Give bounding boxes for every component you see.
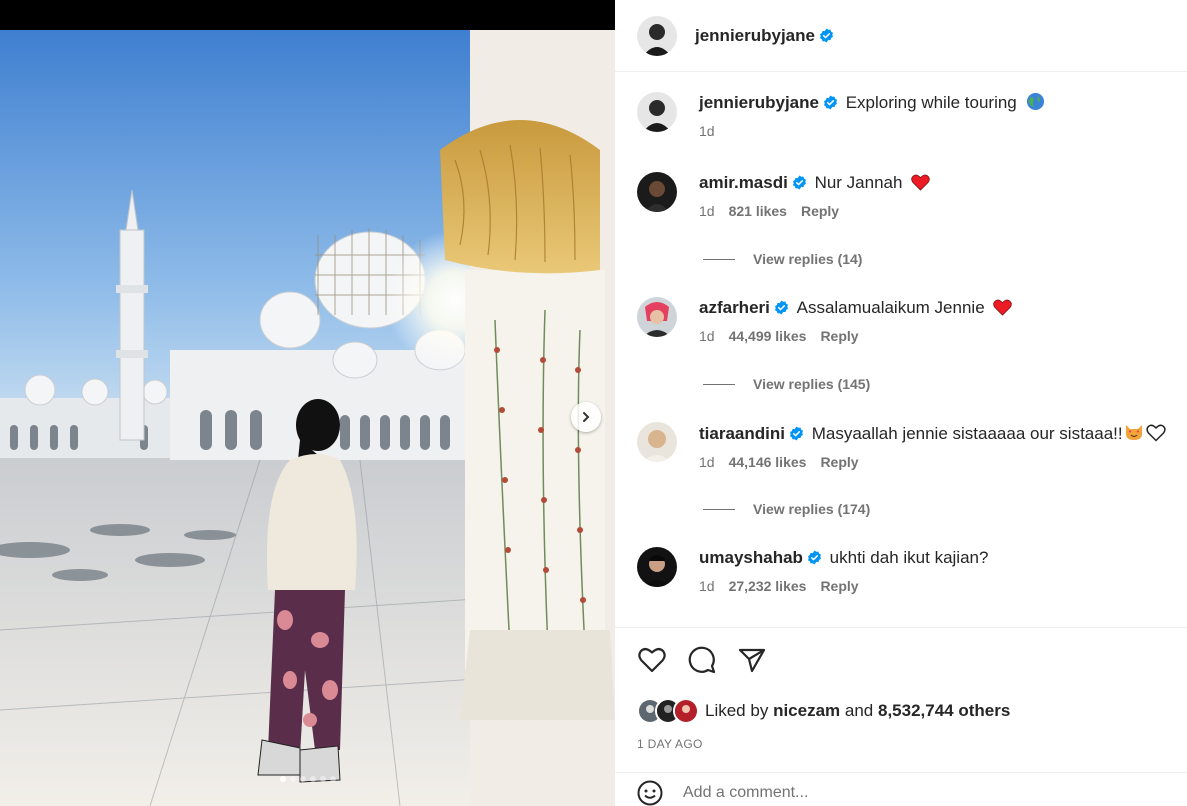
post-header: jennierubyjane xyxy=(615,0,1187,72)
liker-avatar[interactable] xyxy=(673,698,699,724)
comment-row: amir.masdi Nur Jannah 1d 821 likes Reply xyxy=(637,172,930,219)
carousel-dots xyxy=(0,776,615,782)
comments-section: jennierubyjane Exploring while touring 1… xyxy=(615,72,1187,628)
post-media xyxy=(0,0,615,806)
comment-likes[interactable]: 27,232 likes xyxy=(729,578,807,594)
red-heart-emoji xyxy=(911,174,930,191)
post-timestamp[interactable]: 1 DAY AGO xyxy=(637,737,703,751)
divider-dash xyxy=(703,258,735,260)
share-icon xyxy=(738,648,766,673)
white-heart-emoji xyxy=(1145,424,1166,442)
comment-text: Masyaallah jennie sistaaaaa our sistaaa!… xyxy=(811,424,1123,443)
commenter-avatar[interactable] xyxy=(637,547,677,587)
liked-by-label: Liked by xyxy=(705,701,769,720)
divider-dash xyxy=(703,383,735,385)
reply-button[interactable]: Reply xyxy=(801,203,839,219)
author-username[interactable]: jennierubyjane xyxy=(695,26,834,46)
verified-icon xyxy=(824,95,837,110)
likes-others[interactable]: 8,532,744 others xyxy=(878,701,1010,721)
author-avatar[interactable] xyxy=(637,15,677,56)
comment-text: ukhti dah ikut kajian? xyxy=(829,548,989,567)
caption-text: Exploring while touring xyxy=(845,93,1017,112)
reply-button[interactable]: Reply xyxy=(820,578,858,594)
comment-username[interactable]: umayshahab xyxy=(699,548,803,567)
verified-icon xyxy=(790,426,803,441)
heart-eyes-cat-emoji xyxy=(1125,425,1142,440)
view-replies-label: View replies (14) xyxy=(753,251,863,267)
carousel-dot xyxy=(289,776,296,782)
liked-by-user[interactable]: nicezam xyxy=(773,701,840,721)
add-comment-bar xyxy=(615,772,1187,806)
comment-likes[interactable]: 44,146 likes xyxy=(729,454,807,470)
share-button[interactable] xyxy=(737,645,767,675)
comment-text: Assalamualaikum Jennie xyxy=(796,298,985,317)
comment-time: 1d xyxy=(699,578,715,594)
comment-likes[interactable]: 821 likes xyxy=(729,203,787,219)
username-text: jennierubyjane xyxy=(695,25,815,45)
comment-time: 1d xyxy=(699,203,715,219)
view-replies-button[interactable]: View replies (14) xyxy=(703,251,862,267)
caption-time: 1d xyxy=(699,123,715,139)
commenter-avatar[interactable] xyxy=(637,172,677,212)
likes-and: and xyxy=(844,701,874,720)
chevron-right-icon xyxy=(583,412,590,422)
post-photo xyxy=(0,30,615,806)
comment-text: Nur Jannah xyxy=(814,173,903,192)
comment-username[interactable]: tiaraandini xyxy=(699,424,785,443)
comment-icon xyxy=(688,646,716,674)
reply-button[interactable]: Reply xyxy=(820,454,858,470)
liker-avatars xyxy=(637,698,699,724)
verified-icon xyxy=(820,27,833,43)
view-replies-label: View replies (145) xyxy=(753,376,871,392)
reply-button[interactable]: Reply xyxy=(820,328,858,344)
verified-icon xyxy=(807,550,821,565)
view-replies-label: View replies (174) xyxy=(753,501,871,517)
comment-likes[interactable]: 44,499 likes xyxy=(729,328,807,344)
comment-time: 1d xyxy=(699,328,715,344)
carousel-dot xyxy=(319,776,326,782)
verified-icon xyxy=(774,300,788,315)
caption-avatar[interactable] xyxy=(637,92,677,132)
comment-row: umayshahab ukhti dah ikut kajian? 1d 27,… xyxy=(637,547,988,594)
smiley-icon[interactable] xyxy=(637,780,663,806)
view-replies-button[interactable]: View replies (145) xyxy=(703,376,870,392)
caption-row: jennierubyjane Exploring while touring 1… xyxy=(637,92,1045,139)
comment-row: azfarheri Assalamualaikum Jennie 1d 44,4… xyxy=(637,297,1013,344)
post-actions xyxy=(637,645,767,675)
caption-username[interactable]: jennierubyjane xyxy=(699,93,819,112)
divider-dash xyxy=(703,508,735,510)
verified-icon xyxy=(792,175,806,190)
globe-emoji xyxy=(1026,92,1044,111)
carousel-dot xyxy=(299,776,306,782)
carousel-dot xyxy=(279,776,286,782)
commenter-avatar[interactable] xyxy=(637,422,677,462)
comment-row: tiaraandini Masyaallah jennie sistaaaaa … xyxy=(637,422,1166,470)
red-heart-emoji xyxy=(993,299,1013,316)
comment-input[interactable] xyxy=(683,783,1083,802)
view-replies-button[interactable]: View replies (174) xyxy=(703,501,870,517)
carousel-dot xyxy=(309,776,316,782)
like-button[interactable] xyxy=(637,645,667,675)
carousel-dot xyxy=(329,776,336,782)
heart-icon xyxy=(638,648,666,673)
comment-username[interactable]: azfarheri xyxy=(699,298,770,317)
next-photo-button[interactable] xyxy=(571,402,601,432)
likes-summary: Liked by nicezam and 8,532,744 others xyxy=(637,698,1010,724)
commenter-avatar[interactable] xyxy=(637,297,677,337)
comment-username[interactable]: amir.masdi xyxy=(699,173,788,192)
post-side-panel: jennierubyjane jennierubyjane Exploring … xyxy=(615,0,1187,806)
comment-button[interactable] xyxy=(687,645,717,675)
comment-time: 1d xyxy=(699,454,715,470)
